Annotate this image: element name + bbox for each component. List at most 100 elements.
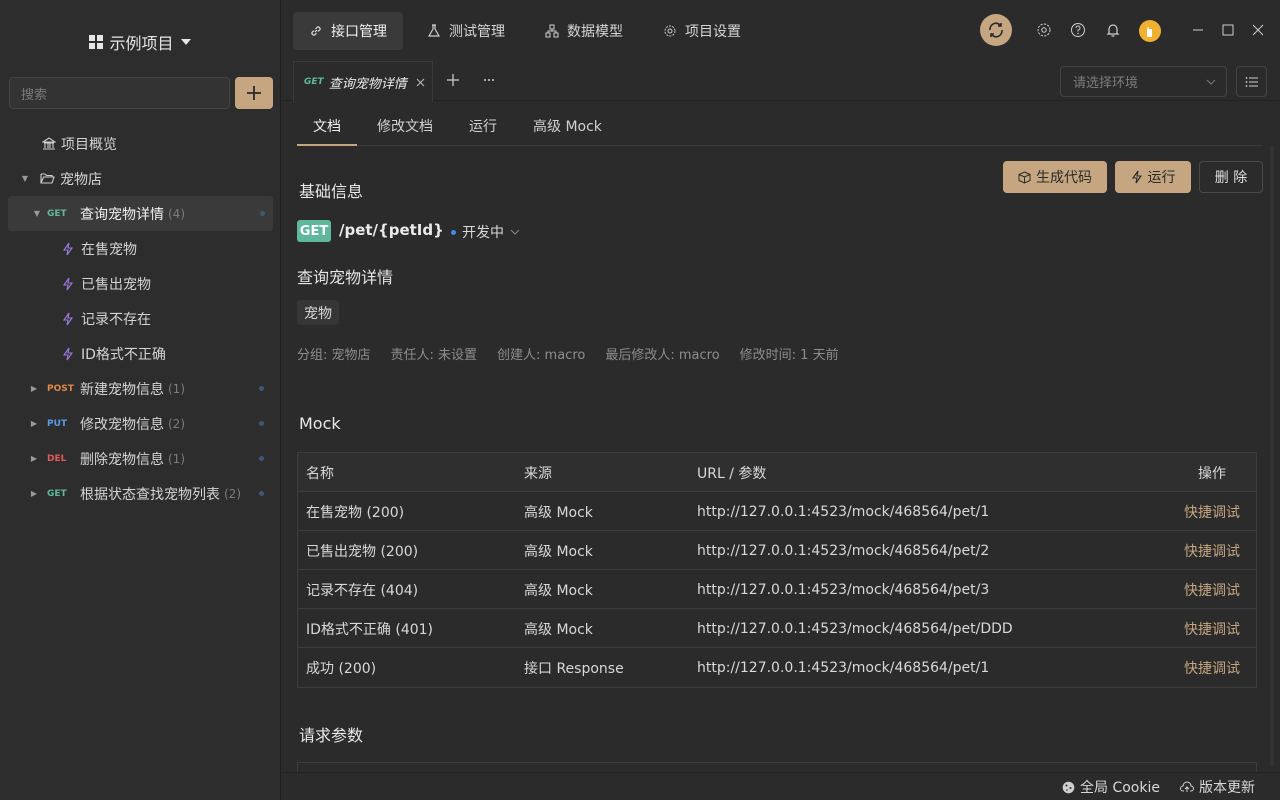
tab-run[interactable]: 运行 [469,116,497,136]
status-label: 开发中 [462,225,504,241]
nav-tab-api[interactable]: 接口管理 [293,12,403,50]
gear-icon [664,25,676,37]
meta-group: 分组: 宠物店 [297,348,371,363]
lightning-icon [1131,170,1142,184]
table-row: 在售宠物 (200) 高级 Mock http://127.0.0.1:4523… [298,492,1256,531]
nav-tab-settings[interactable]: 项目设置 [647,12,757,50]
quick-debug-link[interactable]: 快捷调试 [1184,492,1240,531]
quick-debug-link[interactable]: 快捷调试 [1184,531,1240,570]
method-badge: GET [297,220,331,242]
mock-table: 名称 来源 URL / 参数 操作 在售宠物 (200) 高级 Mock htt… [297,452,1257,688]
tree-item-selected-api[interactable]: ▼ GET 查询宠物详情 (4) [8,196,273,231]
column-header: 操作 [1198,465,1226,482]
tree-item-count: (1) [168,451,185,466]
sub-tabs: 文档 修改文档 运行 高级 Mock [297,104,1262,146]
table-header: 名称 来源 URL / 参数 操作 [298,453,1256,492]
tree-item-label: 在售宠物 [81,241,137,258]
mock-url[interactable]: http://127.0.0.1:4523/mock/468564/pet/3 [697,570,989,609]
notifications-button[interactable] [1103,20,1123,40]
tree-item-mock[interactable]: 已售出宠物 [0,266,281,301]
folder-open-icon [40,173,55,184]
plus-icon [247,86,261,100]
tree-item-label: 根据状态查找宠物列表 [80,486,220,503]
sync-button[interactable] [980,14,1012,46]
maximize-button[interactable] [1218,20,1238,40]
close-button[interactable] [1248,20,1268,40]
tab-doc[interactable]: 文档 [313,116,341,136]
tree-item-label: 项目概览 [61,136,117,153]
document-tab-title: 查询宠物详情 [328,76,407,92]
environment-manage-button[interactable] [1236,66,1267,97]
tree-item-label: 修改宠物信息 [80,416,164,433]
tree-item-mock[interactable]: ID格式不正确 [0,336,281,371]
help-button[interactable] [1068,20,1088,40]
nav-tab-label: 项目设置 [685,24,741,40]
method-badge: GET [304,77,324,87]
tree-folder-petstore[interactable]: ▼ 宠物店 [0,161,281,196]
status-dropdown[interactable]: 开发中 [451,222,520,242]
minimize-button[interactable] [1188,20,1208,40]
nav-tab-model[interactable]: 数据模型 [529,12,639,50]
tree-item-mock[interactable]: 在售宠物 [0,231,281,266]
api-name: 查询宠物详情 [297,268,394,287]
tree-item-api[interactable]: ▶ POST 新建宠物信息 (1) [0,371,281,406]
method-badge: GET [47,488,67,499]
document-tabs: GET 查询宠物详情 请选择环境 [282,61,1280,102]
mock-url[interactable]: http://127.0.0.1:4523/mock/468564/pet/2 [697,531,989,570]
nav-tab-label: 测试管理 [449,24,505,40]
chevron-down-icon [510,229,520,235]
tree-item-label: 删除宠物信息 [80,451,164,468]
mock-url[interactable]: http://127.0.0.1:4523/mock/468564/pet/DD… [697,609,1013,648]
maximize-icon [1222,24,1234,36]
tree-item-api[interactable]: ▶ DEL 删除宠物信息 (1) [0,441,281,476]
caret-down-icon [180,39,191,45]
table-row: 已售出宠物 (200) 高级 Mock http://127.0.0.1:452… [298,531,1256,570]
generate-code-label: 生成代码 [1036,170,1092,186]
scrollbar[interactable] [1270,146,1274,766]
method-badge: PUT [47,418,68,429]
add-button[interactable] [235,77,273,109]
new-tab-button[interactable] [446,73,460,87]
run-button[interactable]: 运行 [1115,161,1191,193]
active-tab-indicator [297,144,357,146]
environment-select[interactable]: 请选择环境 [1060,66,1227,97]
mock-name: 已售出宠物 (200) [306,543,419,560]
global-cookie-button[interactable]: 全局 Cookie [1062,777,1160,797]
environment-placeholder: 请选择环境 [1073,76,1139,91]
lightning-icon [62,347,74,360]
delete-button[interactable]: 删 除 [1199,161,1263,193]
grid-icon [89,35,104,49]
status-dot [259,456,264,461]
basic-info-title: 基础信息 [299,182,364,201]
document-tab[interactable]: GET 查询宠物详情 [293,61,433,102]
quick-debug-link[interactable]: 快捷调试 [1184,648,1240,687]
close-icon[interactable] [416,78,425,87]
search-input[interactable]: 搜索 [9,77,230,109]
quick-debug-link[interactable]: 快捷调试 [1184,609,1240,648]
mock-url[interactable]: http://127.0.0.1:4523/mock/468564/pet/1 [697,648,989,687]
mock-source: 高级 Mock [524,543,593,560]
tab-advanced-mock[interactable]: 高级 Mock [533,116,602,136]
delete-label: 删 除 [1214,170,1248,186]
api-path: /pet/{petId} [339,221,444,239]
project-switcher[interactable]: 示例项目 [0,28,281,56]
mock-url[interactable]: http://127.0.0.1:4523/mock/468564/pet/1 [697,492,989,531]
more-tabs-button[interactable] [482,73,496,87]
nav-tab-test[interactable]: 测试管理 [411,12,521,50]
tab-edit-doc[interactable]: 修改文档 [377,116,433,136]
help-icon [1071,23,1085,37]
tree-item-label: 已售出宠物 [81,276,151,293]
tree-item-overview[interactable]: 项目概览 [0,126,281,161]
cube-icon [1018,170,1031,184]
tree-item-api[interactable]: ▶ PUT 修改宠物信息 (2) [0,406,281,441]
generate-code-button[interactable]: 生成代码 [1003,161,1107,193]
version-update-button[interactable]: 版本更新 [1180,777,1255,797]
avatar[interactable] [1139,20,1161,42]
bank-icon [42,136,56,150]
meta-creator: 创建人: macro [497,348,586,363]
settings-button[interactable] [1034,20,1054,40]
tree-item-api[interactable]: ▶ GET 根据状态查找宠物列表 (2) [0,476,281,511]
tree-item-mock[interactable]: 记录不存在 [0,301,281,336]
quick-debug-link[interactable]: 快捷调试 [1184,570,1240,609]
list-icon [1245,76,1258,87]
